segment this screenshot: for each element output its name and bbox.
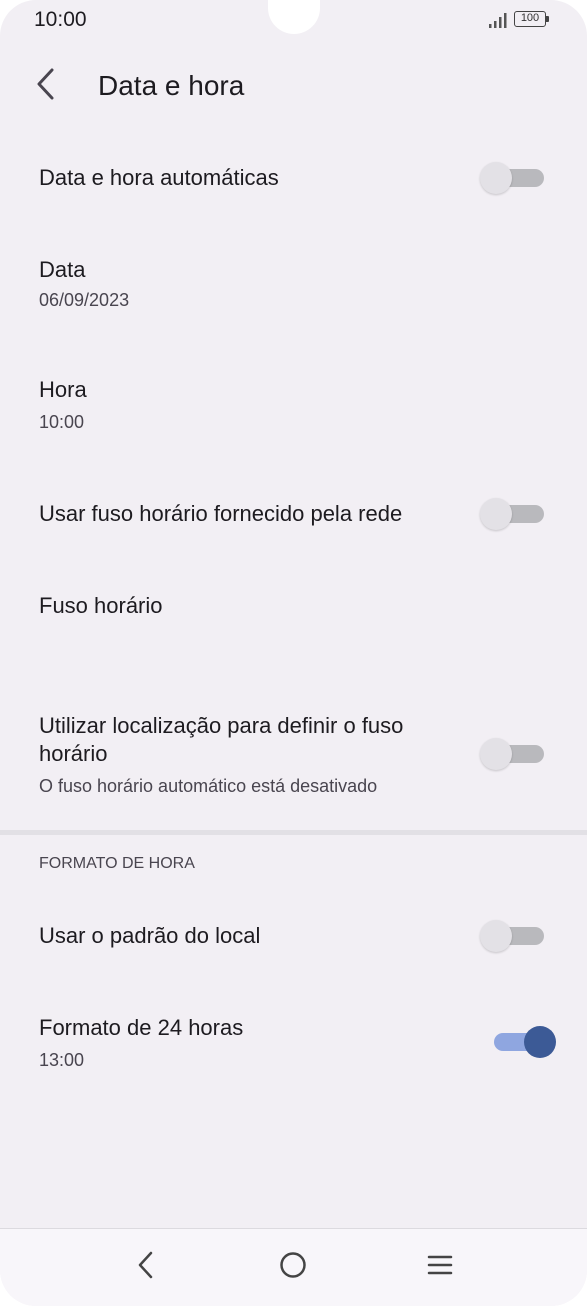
location-timezone-subtitle: O fuso horário automático está desativad…: [39, 776, 378, 796]
network-timezone-switch[interactable]: [480, 498, 546, 530]
section-header-time-format: FORMATO DE HORA: [39, 855, 195, 872]
signal-icon: [489, 13, 507, 28]
app-bar: Data e hora: [0, 56, 587, 116]
camera-notch: [268, 0, 320, 34]
nav-home-button[interactable]: [271, 1243, 315, 1287]
status-bar: 10:00 100: [0, 0, 587, 44]
location-timezone-title: Utilizar localização para definir o fuso…: [39, 713, 404, 766]
time-title: Hora: [39, 377, 87, 402]
format-24h-row[interactable]: Formato de 24 horas 13:00: [0, 996, 587, 1088]
settings-screen: 10:00 100 Data e hora Data e hora automá…: [0, 0, 587, 1306]
format-24h-title: Formato de 24 horas: [39, 1015, 244, 1040]
battery-level: 100: [514, 11, 546, 27]
time-value: 10:00: [39, 412, 85, 432]
time-row[interactable]: Hora 10:00: [0, 360, 587, 450]
timezone-title: Fuso horário: [39, 593, 163, 618]
date-row[interactable]: Data 06/09/2023: [0, 240, 587, 330]
auto-datetime-switch[interactable]: [480, 162, 546, 194]
date-title: Data: [39, 257, 86, 282]
date-value: 06/09/2023: [39, 290, 130, 310]
format-24h-switch[interactable]: [480, 1026, 556, 1058]
location-timezone-switch[interactable]: [480, 738, 546, 770]
back-button[interactable]: [24, 62, 68, 106]
auto-datetime-row[interactable]: Data e hora automáticas: [0, 140, 587, 216]
format-24h-example: 13:00: [39, 1050, 85, 1070]
navigation-bar: [0, 1228, 587, 1306]
chevron-left-icon: [37, 68, 54, 100]
timezone-row[interactable]: Fuso horário: [0, 570, 587, 646]
page-title: Data e hora: [98, 70, 245, 101]
locale-default-row[interactable]: Usar o padrão do local: [0, 898, 587, 974]
battery-icon: 100: [514, 11, 552, 29]
locale-default-switch[interactable]: [480, 920, 546, 952]
status-time: 10:00: [34, 8, 87, 31]
nav-back-icon: [138, 1251, 153, 1279]
nav-home-icon: [280, 1252, 306, 1278]
auto-datetime-title: Data e hora automáticas: [39, 165, 279, 190]
location-timezone-row[interactable]: Utilizar localização para definir o fuso…: [0, 696, 587, 816]
nav-recents-button[interactable]: [418, 1243, 462, 1287]
nav-menu-icon: [427, 1255, 453, 1275]
locale-default-title: Usar o padrão do local: [39, 923, 261, 948]
network-timezone-row[interactable]: Usar fuso horário fornecido pela rede: [0, 476, 587, 552]
section-divider: [0, 830, 587, 835]
nav-back-button[interactable]: [124, 1243, 168, 1287]
network-timezone-title: Usar fuso horário fornecido pela rede: [39, 501, 403, 526]
